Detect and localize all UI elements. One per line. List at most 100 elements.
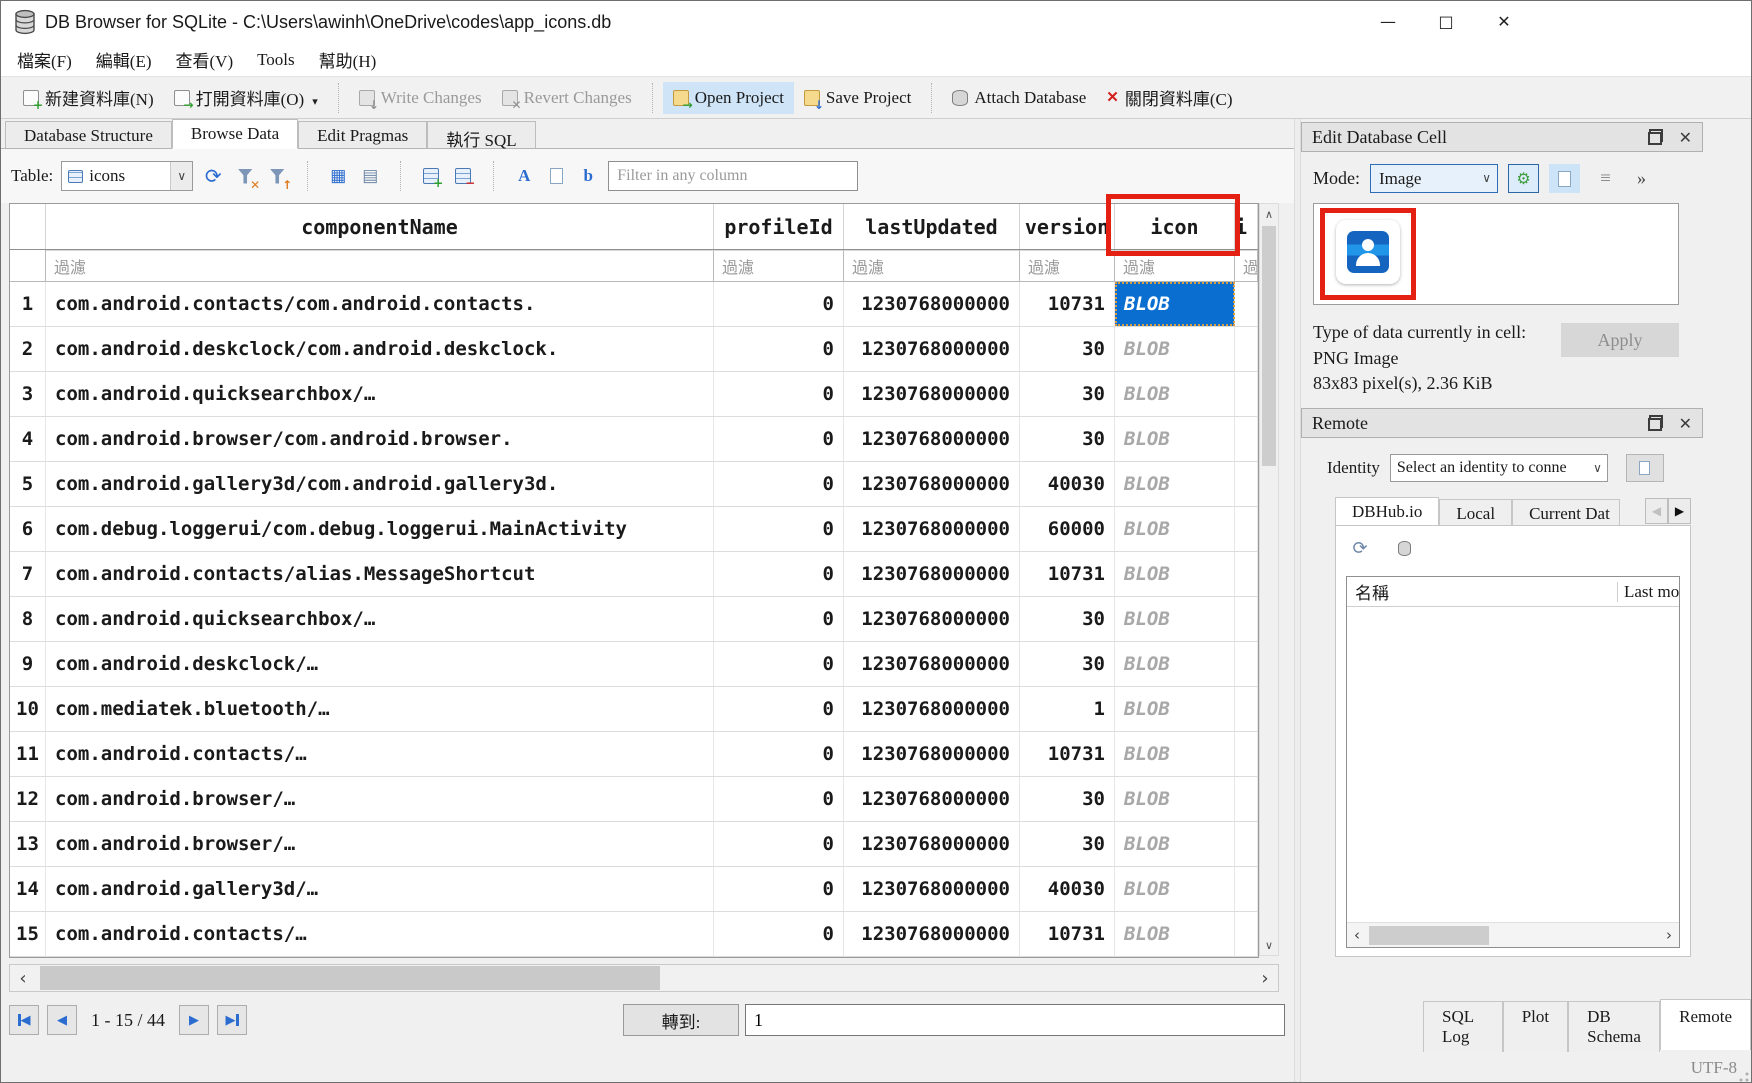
- component-name-cell[interactable]: com.mediatek.bluetooth/…: [46, 687, 714, 731]
- overflow-cell[interactable]: [1235, 642, 1258, 686]
- overflow-cell[interactable]: [1235, 597, 1258, 641]
- version-cell[interactable]: 30: [1020, 597, 1115, 641]
- profile-id-cell[interactable]: 0: [714, 552, 844, 596]
- apply-button[interactable]: Apply: [1561, 323, 1679, 357]
- row-number-cell[interactable]: 9: [10, 642, 46, 686]
- version-cell[interactable]: 10731: [1020, 732, 1115, 776]
- version-cell[interactable]: 40030: [1020, 462, 1115, 506]
- icon-blob-cell[interactable]: BLOB: [1115, 597, 1235, 641]
- table-row[interactable]: 3com.android.quicksearchbox/…01230768000…: [10, 372, 1258, 417]
- tab-sql-log[interactable]: SQL Log: [1423, 1001, 1503, 1052]
- last-updated-cell[interactable]: 1230768000000: [844, 462, 1020, 506]
- vertical-scroll-thumb[interactable]: [1262, 226, 1276, 466]
- profile-id-cell[interactable]: 0: [714, 777, 844, 821]
- last-updated-cell[interactable]: 1230768000000: [844, 552, 1020, 596]
- profile-id-cell[interactable]: 0: [714, 867, 844, 911]
- identity-import-button[interactable]: [1626, 454, 1664, 482]
- component-name-cell[interactable]: com.android.quicksearchbox/…: [46, 597, 714, 641]
- vertical-scrollbar[interactable]: ∧ ∨: [1259, 203, 1279, 956]
- component-name-cell[interactable]: com.android.contacts/alias.MessageShortc…: [46, 552, 714, 596]
- write-changes-button[interactable]: Write Changes: [349, 82, 492, 114]
- tab-database-structure[interactable]: Database Structure: [5, 121, 172, 148]
- overflow-cell[interactable]: [1235, 552, 1258, 596]
- row-number-cell[interactable]: 11: [10, 732, 46, 776]
- remote-tab-local[interactable]: Local: [1439, 499, 1512, 526]
- version-cell[interactable]: 30: [1020, 417, 1115, 461]
- table-row[interactable]: 13com.android.browser/…0123076800000030B…: [10, 822, 1258, 867]
- component-name-cell[interactable]: com.android.browser/…: [46, 777, 714, 821]
- icon-blob-cell[interactable]: BLOB: [1115, 912, 1235, 956]
- remote-scroll-thumb[interactable]: [1369, 926, 1489, 945]
- last-updated-cell[interactable]: 1230768000000: [844, 282, 1020, 326]
- remote-tab-dbhub[interactable]: DBHub.io: [1335, 497, 1439, 527]
- table-row[interactable]: 5com.android.gallery3d/com.android.galle…: [10, 462, 1258, 507]
- insert-record-button[interactable]: [419, 164, 443, 188]
- version-cell[interactable]: 30: [1020, 642, 1115, 686]
- last-updated-cell[interactable]: 1230768000000: [844, 327, 1020, 371]
- overflow-cell[interactable]: [1235, 282, 1258, 326]
- version-cell[interactable]: 30: [1020, 372, 1115, 416]
- scroll-left-icon[interactable]: ‹: [10, 965, 36, 991]
- component-name-cell[interactable]: com.android.deskclock/…: [46, 642, 714, 686]
- column-header-componentName[interactable]: componentName: [46, 204, 714, 249]
- profile-id-cell[interactable]: 0: [714, 462, 844, 506]
- row-number-cell[interactable]: 14: [10, 867, 46, 911]
- new-database-button[interactable]: 新建資料庫(N): [13, 79, 164, 116]
- goto-button[interactable]: 轉到:: [623, 1004, 739, 1036]
- version-cell[interactable]: 10731: [1020, 912, 1115, 956]
- last-updated-cell[interactable]: 1230768000000: [844, 822, 1020, 866]
- remote-list-scrollbar[interactable]: ‹ ›: [1347, 922, 1679, 947]
- menu-edit[interactable]: 編輯(E): [84, 44, 164, 75]
- icon-blob-cell[interactable]: BLOB: [1115, 687, 1235, 731]
- table-row[interactable]: 7com.android.contacts/alias.MessageShort…: [10, 552, 1258, 597]
- overflow-cell[interactable]: [1235, 462, 1258, 506]
- component-name-cell[interactable]: com.android.gallery3d/…: [46, 867, 714, 911]
- row-number-cell[interactable]: 2: [10, 327, 46, 371]
- row-number-cell[interactable]: 7: [10, 552, 46, 596]
- open-database-dropdown-icon[interactable]: ▾: [312, 95, 318, 110]
- save-table-view-button[interactable]: ▦: [326, 164, 350, 188]
- overflow-cell[interactable]: [1235, 372, 1258, 416]
- remote-list-modified-header[interactable]: Last mo: [1617, 582, 1679, 602]
- table-select[interactable]: icons ∨: [61, 161, 193, 191]
- version-cell[interactable]: 10731: [1020, 282, 1115, 326]
- last-updated-cell[interactable]: 1230768000000: [844, 732, 1020, 776]
- close-panel-icon[interactable]: ✕: [1679, 414, 1692, 433]
- icon-blob-cell[interactable]: BLOB: [1115, 417, 1235, 461]
- table-row[interactable]: 8com.android.quicksearchbox/…01230768000…: [10, 597, 1258, 642]
- table-row[interactable]: 1com.android.contacts/com.android.contac…: [10, 282, 1258, 327]
- scroll-right-icon[interactable]: ›: [1252, 965, 1278, 991]
- overflow-cell[interactable]: [1235, 822, 1258, 866]
- table-row[interactable]: 10com.mediatek.bluetooth/…01230768000000…: [10, 687, 1258, 732]
- last-updated-cell[interactable]: 1230768000000: [844, 372, 1020, 416]
- filter-profileId[interactable]: 過濾: [714, 250, 844, 281]
- component-name-cell[interactable]: com.android.deskclock/com.android.deskcl…: [46, 327, 714, 371]
- component-name-cell[interactable]: com.android.gallery3d/com.android.galler…: [46, 462, 714, 506]
- icon-blob-cell[interactable]: BLOB: [1115, 552, 1235, 596]
- last-updated-cell[interactable]: 1230768000000: [844, 507, 1020, 551]
- maximize-button[interactable]: □: [1417, 1, 1475, 41]
- menu-tools[interactable]: Tools: [245, 47, 307, 73]
- icon-blob-cell[interactable]: BLOB: [1115, 327, 1235, 371]
- replace-button[interactable]: b: [576, 164, 600, 188]
- icon-blob-cell[interactable]: BLOB: [1115, 507, 1235, 551]
- row-number-cell[interactable]: 3: [10, 372, 46, 416]
- icon-blob-cell[interactable]: BLOB: [1115, 777, 1235, 821]
- horizontal-scrollbar[interactable]: ‹ ›: [9, 964, 1279, 992]
- word-wrap-button[interactable]: ≡: [1590, 164, 1621, 193]
- attach-database-button[interactable]: Attach Database: [942, 82, 1096, 114]
- tab-execute-sql[interactable]: 執行 SQL: [427, 121, 535, 148]
- row-number-cell[interactable]: 8: [10, 597, 46, 641]
- remote-list-name-header[interactable]: 名稱: [1347, 579, 1617, 604]
- undock-icon[interactable]: [1648, 417, 1663, 430]
- row-number-cell[interactable]: 1: [10, 282, 46, 326]
- table-row[interactable]: 4com.android.browser/com.android.browser…: [10, 417, 1258, 462]
- column-header-profileId[interactable]: profileId: [714, 204, 844, 249]
- component-name-cell[interactable]: com.android.contacts/com.android.contact…: [46, 282, 714, 326]
- version-cell[interactable]: 30: [1020, 822, 1115, 866]
- pane-splitter[interactable]: [1294, 119, 1301, 1083]
- version-cell[interactable]: 30: [1020, 327, 1115, 371]
- icon-blob-cell[interactable]: BLOB: [1115, 732, 1235, 776]
- scroll-right-icon[interactable]: ›: [1659, 925, 1679, 945]
- icon-blob-cell[interactable]: BLOB: [1115, 822, 1235, 866]
